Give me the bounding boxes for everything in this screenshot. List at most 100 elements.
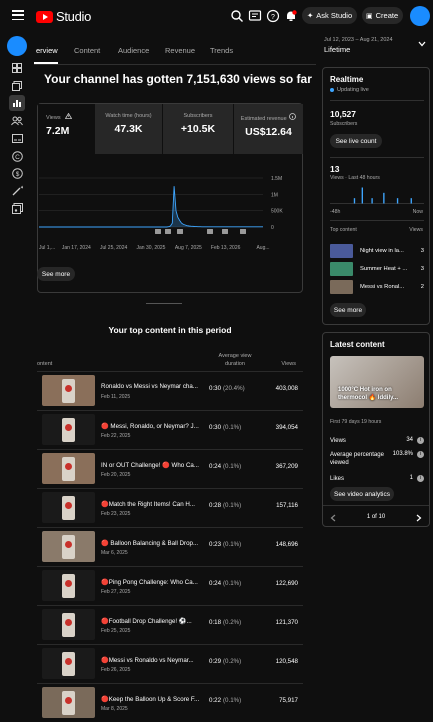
ask-studio-button[interactable]: ✦ Ask Studio [302,7,357,24]
studio-logo[interactable]: Studio [36,9,91,24]
publish-date: Feb 26, 2025 [101,667,131,673]
table-row[interactable]: 🔴Ping Pong Challenge: Who Ca... Feb 27, 2… [37,566,303,605]
see-live-count-button[interactable]: See live count [330,134,382,148]
tab-overview[interactable]: erview [36,46,58,55]
stat-label: Views [46,115,61,121]
video-thumbnail[interactable] [42,570,95,601]
stat-revenue[interactable]: Estimated revenue US$12.64 [234,104,303,154]
table-row[interactable]: 🔴Keep the Balloon Up & Score F... Mar 8, … [37,683,303,722]
stat-views[interactable]: Views 7.2M [38,104,95,154]
views-line-chart: 1.5M 1M 500K 0 Jul 1,... Jan 17, 2024 Jul 25, … [39,176,283,251]
tab-revenue[interactable]: Revenue [165,46,195,55]
create-video-icon: ▣ [366,12,373,20]
table-row[interactable]: 🔴 Messi, Ronaldo, or Neymar? J... Feb 22,… [37,410,303,449]
video-thumbnail[interactable] [42,492,95,523]
date-range-picker[interactable]: Jul 12, 2023 – Aug 21, 2024 Lifetime [324,37,430,57]
tabs-divider [34,64,316,65]
table-row[interactable]: 🔴Football Drop Challenge! ⚽... Feb 25, 20… [37,605,303,644]
subtitles-icon[interactable] [9,130,25,146]
create-button[interactable]: ▣ Create [362,7,403,24]
customization-icon[interactable]: ✦ [9,182,25,198]
realtime-subscribers-value: 10,527 [330,109,356,119]
table-row[interactable]: IN or OUT Challenge! 🔴 Who Ca... Feb 20, … [37,449,303,488]
tab-audience[interactable]: Audience [118,46,149,55]
realtime-item-views: 3 [420,248,424,254]
see-video-analytics-button[interactable]: See video analytics [330,487,394,501]
video-marker[interactable] [222,229,228,234]
stat-watch-time[interactable]: Watch time (hours) 47.3K [95,104,162,154]
video-marker[interactable] [165,229,171,234]
avg-view-percent: (0.1%) [223,697,242,704]
dashboard-icon[interactable] [9,60,25,76]
realtime-see-more-button[interactable]: See more [330,303,366,317]
table-row[interactable]: Ronaldo vs Messi vs Neymar cha... Feb 11,… [37,371,303,410]
stat-value: 47.3K [114,123,143,135]
video-thumbnail[interactable] [42,687,95,718]
video-thumbnail[interactable] [42,609,95,640]
realtime-item-title: Messi vs Ronal... [360,284,405,290]
stat-subscribers[interactable]: Subscribers +10.5K [163,104,233,154]
date-range-label: Lifetime [324,45,351,54]
video-marker[interactable] [177,229,183,234]
realtime-item-views: 2 [420,284,424,290]
account-avatar[interactable] [410,6,430,26]
y-tick-label: 500K [271,209,283,215]
x-tick-label: Jul 25, 2024 [100,245,127,251]
feedback-icon[interactable] [248,9,262,23]
table-header: ontent Average view duration Views [37,348,303,370]
avg-view-duration: 0:18 [209,619,222,626]
y-tick-label: 1.5M [271,176,282,182]
video-thumbnail[interactable] [42,453,95,484]
avg-view-percent: (0.1%) [223,424,242,431]
avg-view-duration: 0:29 [209,658,222,665]
chevron-right-icon[interactable] [416,514,422,522]
view-count: 121,370 [275,619,298,626]
video-marker[interactable] [155,229,161,234]
series-area [39,186,263,227]
info-icon [289,113,297,120]
realtime-item-title: Summer Heat + ... [360,266,408,272]
video-title: Ronaldo vs Messi vs Neymar cha... [101,383,198,390]
video-marker[interactable] [207,229,213,234]
metric-value: 34 [406,437,413,443]
table-row[interactable]: 🔴Messi vs Ronaldo vs Neymar... Feb 26, 20… [37,644,303,683]
x-tick-label: Jul 1,... [39,245,55,251]
channel-avatar[interactable] [7,36,27,56]
video-thumbnail[interactable] [42,375,95,406]
notifications-icon[interactable] [284,9,298,23]
svg-text:?: ? [271,14,275,21]
avg-view-percent: (0.1%) [223,463,242,470]
realtime-content-item[interactable]: Night view in la... 3 [330,244,424,259]
copyright-icon[interactable]: C [9,148,25,164]
community-icon[interactable] [9,113,25,129]
latest-video-thumbnail[interactable]: 1000°C Hot iron on thermocol 🔥 Iddily... [330,356,424,408]
content-icon[interactable] [9,78,25,94]
see-more-button[interactable]: See more [37,267,75,281]
avg-view-duration: 0:24 [209,463,222,470]
table-row[interactable]: 🔴 Balloon Balancing & Ball Drop... Mar 6,… [37,527,303,566]
video-thumbnail[interactable] [42,648,95,679]
video-thumbnail[interactable] [42,414,95,445]
metric-value: 103.8% [392,451,413,457]
realtime-content-item[interactable]: Summer Heat + ... 3 [330,262,424,277]
realtime-item-title: Night view in la... [360,248,404,254]
publish-date: Feb 11, 2025 [101,394,131,400]
stat-label: Subscribers [183,113,213,119]
search-icon[interactable] [230,9,244,23]
table-row[interactable]: 🔴Match the Right Items! Can H... Feb 23, … [37,488,303,527]
divider [330,100,424,101]
audio-library-icon[interactable] [9,200,25,216]
analytics-icon[interactable] [9,95,25,111]
menu-icon[interactable] [12,10,24,21]
help-icon[interactable]: ? [266,9,280,23]
publish-date: Feb 22, 2025 [101,433,131,439]
tab-content[interactable]: Content [74,46,100,55]
video-title: 🔴Football Drop Challenge! ⚽... [101,618,192,625]
tab-trends[interactable]: Trends [210,46,233,55]
video-marker[interactable] [240,229,246,234]
avg-view-percent: (20.4%) [223,385,245,392]
earn-icon[interactable]: $ [9,165,25,181]
realtime-content-item[interactable]: Messi vs Ronal... 2 [330,280,424,295]
video-thumbnail[interactable] [42,531,95,562]
view-count: 75,917 [279,697,298,704]
